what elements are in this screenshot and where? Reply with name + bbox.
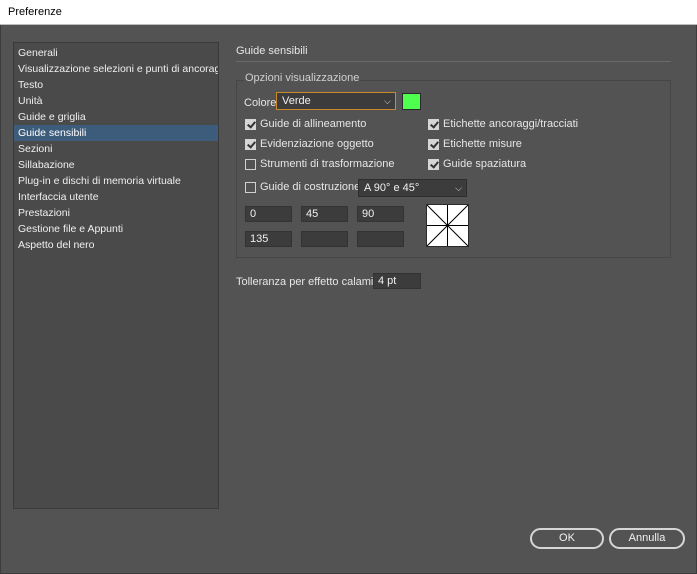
checkbox-unchecked-icon: [245, 159, 256, 170]
checkbox-label: Guide di costruzione:: [260, 181, 364, 193]
sidebar-item-guide-e-griglia[interactable]: Guide e griglia: [14, 109, 218, 125]
checkbox-checked-icon: [428, 119, 439, 130]
angle-field-5[interactable]: [301, 231, 348, 247]
color-select-value: Verde: [282, 95, 311, 107]
checkbox-label: Etichette misure: [443, 138, 522, 150]
color-select[interactable]: Verde ⌵: [276, 92, 396, 110]
checkbox-checked-icon: [245, 119, 256, 130]
sidebar-item-unita[interactable]: Unità: [14, 93, 218, 109]
color-label: Colore:: [244, 97, 280, 109]
sidebar-item-gestione-file[interactable]: Gestione file e Appunti: [14, 221, 218, 237]
snapping-tolerance-label: Tolleranza per effetto calamita:: [236, 276, 386, 288]
sidebar-item-plug-in[interactable]: Plug-in e dischi di memoria virtuale: [14, 173, 218, 189]
checkbox-unchecked-icon: [245, 182, 256, 193]
construction-guides-select[interactable]: A 90° e 45° ⌵: [358, 179, 467, 197]
checkbox-guide-spaziatura[interactable]: Guide spaziatura: [428, 158, 598, 172]
angle-field-2[interactable]: 45: [301, 206, 348, 222]
checkbox-label: Guide di allineamento: [260, 118, 367, 130]
preferences-sidebar: Generali Visualizzazione selezioni e pun…: [13, 42, 219, 509]
sidebar-item-prestazioni[interactable]: Prestazioni: [14, 205, 218, 221]
angle-preview-icon: [426, 204, 469, 247]
checkbox-label: Etichette ancoraggi/tracciati: [443, 118, 579, 130]
panel-title-divider: [236, 61, 671, 62]
checkbox-checked-icon: [245, 139, 256, 150]
snapping-tolerance-input[interactable]: 4 pt: [373, 273, 421, 289]
angle-field-3[interactable]: 90: [357, 206, 404, 222]
construction-guides-value: A 90° e 45°: [364, 182, 420, 194]
sidebar-item-guide-sensibili[interactable]: Guide sensibili: [14, 125, 218, 141]
checkbox-label: Strumenti di trasformazione: [260, 158, 395, 170]
cancel-button[interactable]: Annulla: [609, 528, 685, 549]
panel-title: Guide sensibili: [236, 45, 308, 57]
sidebar-item-sillabazione[interactable]: Sillabazione: [14, 157, 218, 173]
checkbox-strumenti-trasformazione[interactable]: Strumenti di trasformazione: [245, 158, 415, 172]
sidebar-item-sezioni[interactable]: Sezioni: [14, 141, 218, 157]
ok-button[interactable]: OK: [530, 528, 604, 549]
sidebar-item-interfaccia-utente[interactable]: Interfaccia utente: [14, 189, 218, 205]
checkbox-guide-allineamento[interactable]: Guide di allineamento: [245, 118, 415, 132]
checkbox-guide-costruzione[interactable]: Guide di costruzione:: [245, 181, 363, 195]
checkbox-evidenziazione-oggetto[interactable]: Evidenziazione oggetto: [245, 138, 415, 152]
sidebar-item-aspetto-del-nero[interactable]: Aspetto del nero: [14, 237, 218, 253]
checkbox-etichette-ancoraggi[interactable]: Etichette ancoraggi/tracciati: [428, 118, 598, 132]
sidebar-item-testo[interactable]: Testo: [14, 77, 218, 93]
checkbox-checked-icon: [428, 139, 439, 150]
color-swatch[interactable]: [402, 93, 421, 110]
checkbox-checked-icon: [428, 159, 439, 170]
checkbox-label: Guide spaziatura: [443, 158, 527, 170]
title-bar: Preferenze: [0, 0, 697, 25]
chevron-down-icon: ⌵: [384, 96, 391, 106]
angle-field-4[interactable]: 135: [245, 231, 292, 247]
angle-field-1[interactable]: 0: [245, 206, 292, 222]
checkbox-label: Evidenziazione oggetto: [260, 138, 374, 150]
checkbox-etichette-misure[interactable]: Etichette misure: [428, 138, 598, 152]
angle-field-6[interactable]: [357, 231, 404, 247]
window-title: Preferenze: [8, 6, 62, 18]
sidebar-item-generali[interactable]: Generali: [14, 45, 218, 61]
chevron-down-icon: ⌵: [455, 183, 462, 193]
display-options-legend: Opzioni visualizzazione: [244, 72, 361, 84]
sidebar-item-visualizzazione-selezioni[interactable]: Visualizzazione selezioni e punti di anc…: [14, 61, 218, 77]
angle-preview: [426, 204, 469, 247]
